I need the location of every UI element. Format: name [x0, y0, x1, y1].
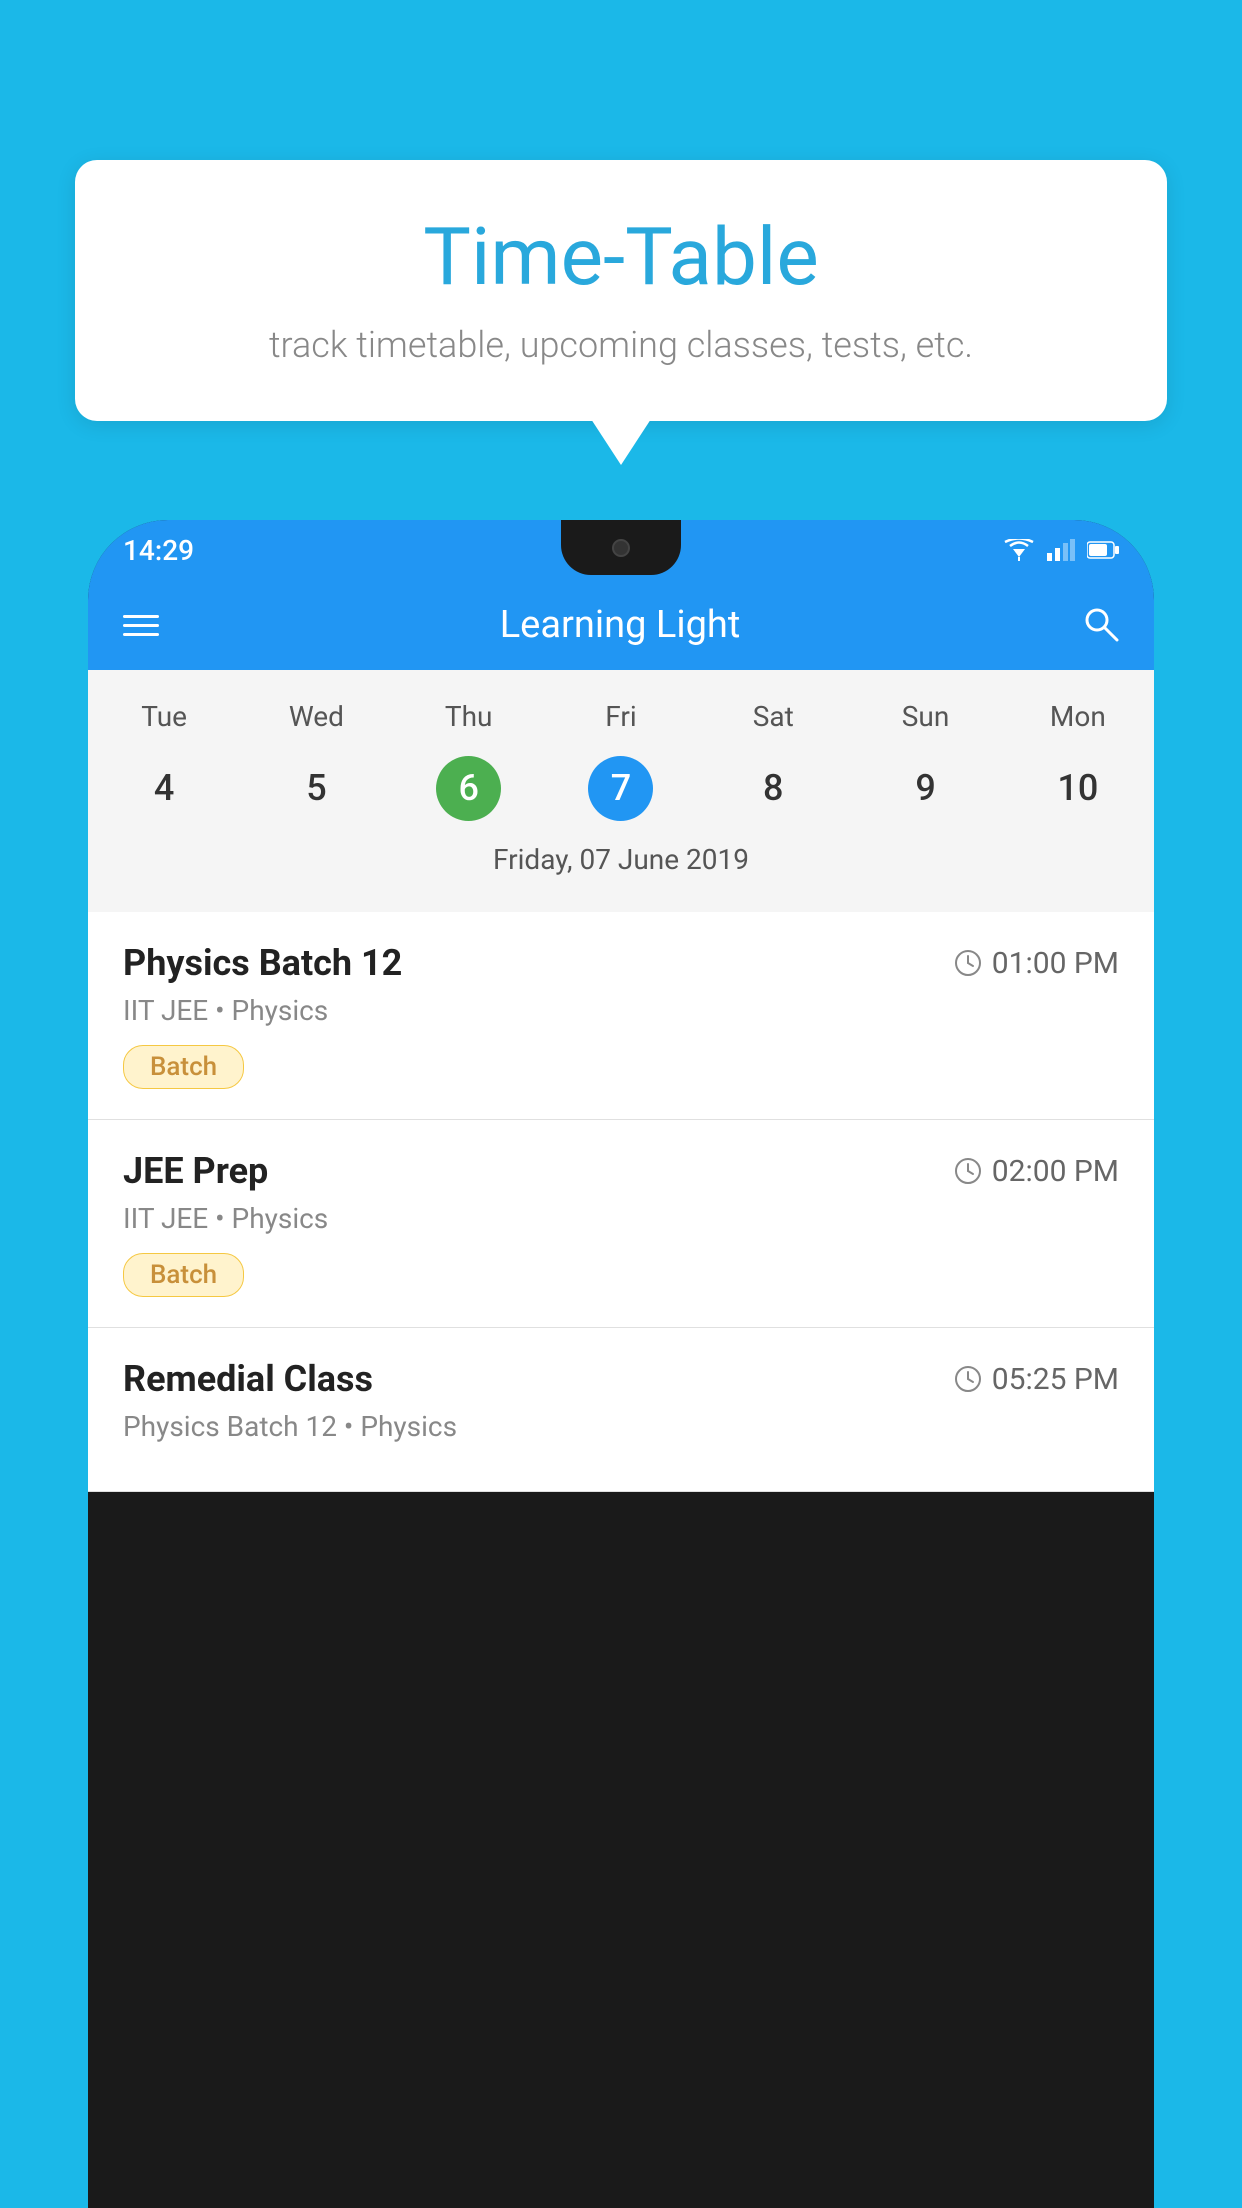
- clock-icon-3: [954, 1365, 982, 1393]
- tooltip-bubble: Time-Table track timetable, upcoming cla…: [75, 160, 1167, 421]
- date-cell-10[interactable]: 10: [1002, 753, 1154, 823]
- calendar-dates: 4 5 6 7 8 9 10: [88, 743, 1154, 833]
- day-mon[interactable]: Mon: [1002, 700, 1154, 733]
- schedule-item-1-subtitle: IIT JEE • Physics: [123, 994, 1119, 1027]
- day-wed[interactable]: Wed: [240, 700, 392, 733]
- schedule-item-3-title: Remedial Class: [123, 1358, 373, 1400]
- menu-icon[interactable]: [123, 615, 159, 636]
- schedule-item-2-subtitle: IIT JEE • Physics: [123, 1202, 1119, 1235]
- schedule-item-2-badge: Batch: [123, 1253, 244, 1297]
- selected-date-label: Friday, 07 June 2019: [88, 833, 1154, 892]
- day-thu[interactable]: Thu: [393, 700, 545, 733]
- app-bar-title: Learning Light: [500, 603, 741, 647]
- schedule-item-1-badge: Batch: [123, 1045, 244, 1089]
- schedule-item-1-title: Physics Batch 12: [123, 942, 402, 984]
- schedule-item-3-subtitle: Physics Batch 12 • Physics: [123, 1410, 1119, 1443]
- wifi-icon: [1003, 539, 1035, 561]
- calendar: Tue Wed Thu Fri Sat Sun Mon 4 5 6 7 8: [88, 670, 1154, 912]
- date-cell-7[interactable]: 7: [545, 753, 697, 823]
- date-cell-5[interactable]: 5: [240, 753, 392, 823]
- phone-frame: 14:29: [88, 520, 1154, 2208]
- day-sun[interactable]: Sun: [849, 700, 1001, 733]
- schedule-item-2-title: JEE Prep: [123, 1150, 268, 1192]
- search-icon: [1081, 604, 1119, 642]
- search-button[interactable]: [1081, 604, 1119, 646]
- schedule-item-3[interactable]: Remedial Class 05:25 PM Physics Batch 12…: [88, 1328, 1154, 1492]
- clock-icon-2: [954, 1157, 982, 1185]
- day-tue[interactable]: Tue: [88, 700, 240, 733]
- schedule-list: Physics Batch 12 01:00 PM IIT JEE • Phys…: [88, 912, 1154, 1492]
- schedule-item-3-time: 05:25 PM: [954, 1362, 1119, 1397]
- schedule-item-2-time: 02:00 PM: [954, 1154, 1119, 1189]
- date-cell-4[interactable]: 4: [88, 753, 240, 823]
- clock-icon-1: [954, 949, 982, 977]
- day-fri[interactable]: Fri: [545, 700, 697, 733]
- schedule-item-1[interactable]: Physics Batch 12 01:00 PM IIT JEE • Phys…: [88, 912, 1154, 1120]
- tooltip-title: Time-Table: [135, 210, 1107, 304]
- schedule-item-3-header: Remedial Class 05:25 PM: [123, 1358, 1119, 1400]
- schedule-item-2-header: JEE Prep 02:00 PM: [123, 1150, 1119, 1192]
- status-time: 14:29: [123, 534, 194, 567]
- day-sat[interactable]: Sat: [697, 700, 849, 733]
- camera-dot: [612, 539, 630, 557]
- status-icons: [1003, 539, 1119, 561]
- calendar-days-header: Tue Wed Thu Fri Sat Sun Mon: [88, 690, 1154, 743]
- date-cell-8[interactable]: 8: [697, 753, 849, 823]
- schedule-item-1-time: 01:00 PM: [954, 946, 1119, 981]
- tooltip-subtitle: track timetable, upcoming classes, tests…: [135, 324, 1107, 366]
- app-bar: Learning Light: [88, 580, 1154, 670]
- phone-notch: [561, 520, 681, 575]
- date-cell-9[interactable]: 9: [849, 753, 1001, 823]
- date-cell-6[interactable]: 6: [393, 753, 545, 823]
- signal-icon: [1047, 539, 1075, 561]
- battery-icon: [1087, 541, 1119, 559]
- schedule-item-1-header: Physics Batch 12 01:00 PM: [123, 942, 1119, 984]
- schedule-item-2[interactable]: JEE Prep 02:00 PM IIT JEE • Physics Batc…: [88, 1120, 1154, 1328]
- status-bar: 14:29: [88, 520, 1154, 580]
